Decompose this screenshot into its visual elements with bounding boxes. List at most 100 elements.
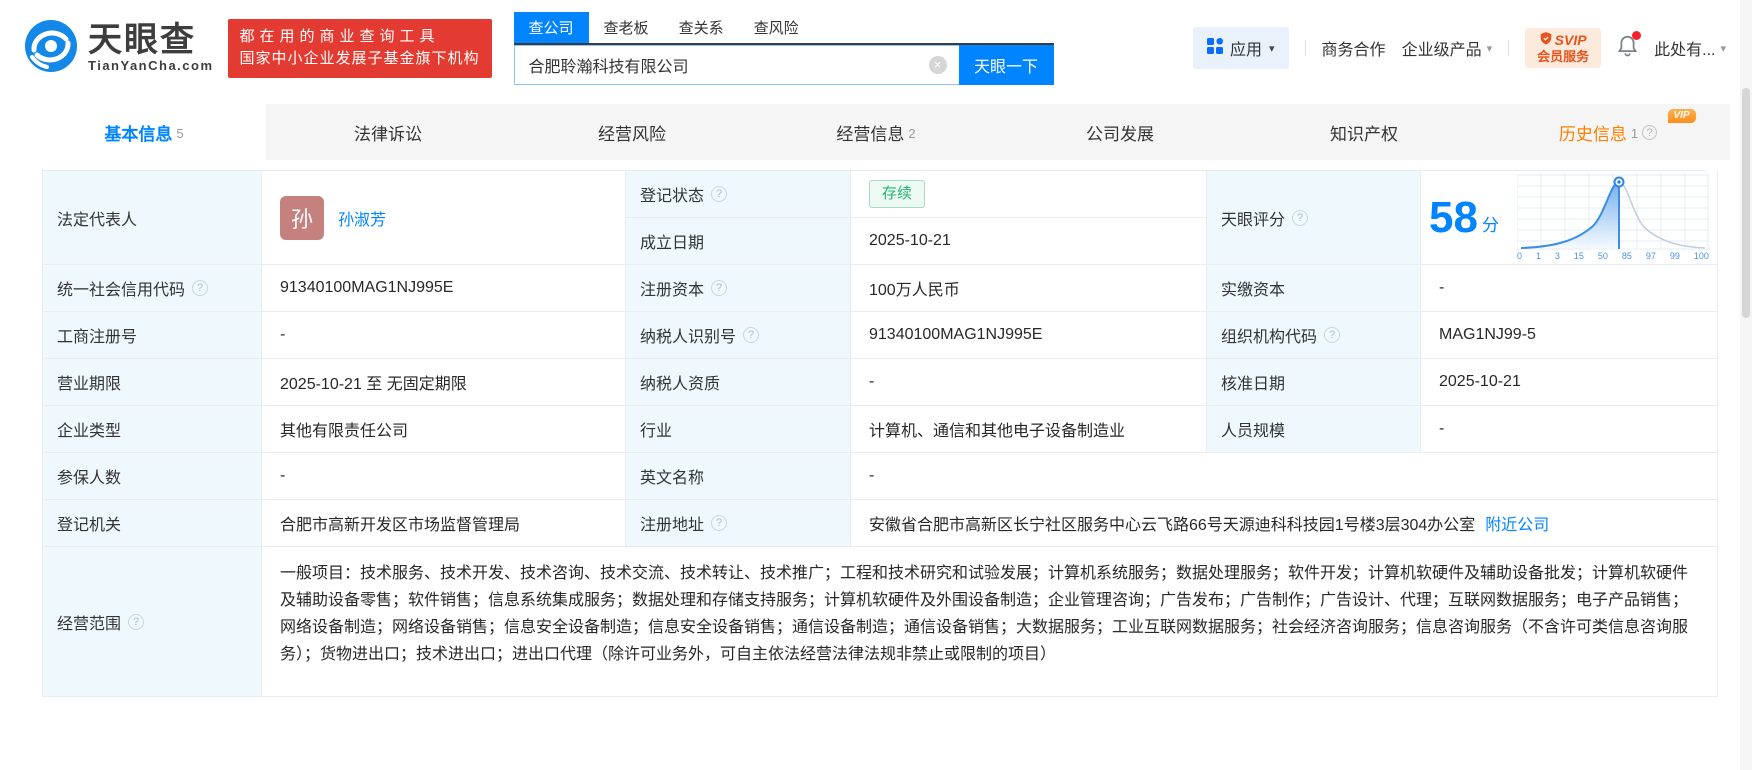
help-icon[interactable]: ?	[743, 327, 760, 343]
paid-capital-value: -	[1421, 265, 1718, 312]
taxpayer-id-value: 91340100MAG1NJ995E	[851, 312, 1207, 359]
apps-menu[interactable]: 应用 ▾	[1193, 27, 1289, 69]
search-button[interactable]: 天眼一下	[958, 44, 1054, 85]
field-value: 91340100MAG1NJ995E	[869, 326, 1043, 343]
reg-authority-label: 登记机关	[43, 500, 262, 547]
tab-operation-risk[interactable]: 经营风险	[510, 104, 754, 160]
field-label: 纳税人识别号	[640, 329, 737, 346]
divider	[1304, 40, 1306, 56]
credit-code-value: 91340100MAG1NJ995E	[262, 265, 626, 312]
enterprise-label: 企业级产品	[1401, 42, 1482, 59]
nav-enterprise-products[interactable]: 企业级产品 ▾	[1402, 36, 1493, 60]
tab-history-info[interactable]: VIP 历史信息 1 ?	[1486, 104, 1730, 160]
svip-member-button[interactable]: SVIP 会员服务	[1525, 27, 1602, 69]
basic-info-table: 法定代表人 孙 孙淑芳 登记状态 ? 存续 成立日期 2025-10-21 天眼…	[42, 170, 1718, 697]
tab-label: 经营信息	[836, 124, 905, 144]
field-label: 法定代表人	[57, 211, 138, 229]
business-scope-label: 经营范围 ?	[43, 547, 262, 697]
score-unit: 分	[1481, 215, 1499, 235]
field-label: 参保人数	[57, 470, 122, 487]
user-menu[interactable]: 此处有... ▾	[1654, 36, 1726, 60]
approval-date-value: 2025-10-21	[1421, 359, 1718, 406]
promo-banner: 都在用的商业查询工具 国家中小企业发展子基金旗下机构	[227, 18, 492, 78]
notification-dot	[1632, 31, 1642, 40]
help-icon[interactable]: ?	[711, 280, 728, 296]
paid-capital-label: 实缴资本	[1207, 265, 1421, 312]
field-label: 注册资本	[640, 282, 705, 299]
insured-count-value: -	[262, 453, 626, 500]
field-label: 登记状态	[640, 188, 705, 205]
staff-size-label: 人员规模	[1207, 406, 1421, 453]
help-icon[interactable]: ?	[711, 186, 728, 202]
taxpayer-qualification-label: 纳税人资质	[626, 359, 851, 406]
banner-line2: 国家中小企业发展子基金旗下机构	[239, 50, 480, 67]
tab-label: 经营风险	[598, 124, 666, 144]
tab-company-development[interactable]: 公司发展	[998, 104, 1242, 160]
field-value: -	[1439, 420, 1445, 437]
search-tab-boss[interactable]: 查老板	[589, 12, 664, 43]
notifications-bell[interactable]	[1617, 31, 1642, 62]
field-label: 统一社会信用代码	[57, 282, 186, 299]
search-input[interactable]	[513, 44, 959, 85]
tab-label: 法律诉讼	[354, 124, 422, 144]
help-icon[interactable]: ?	[711, 515, 728, 531]
tab-intellectual-property[interactable]: 知识产权	[1242, 104, 1486, 160]
tianyancha-logo[interactable]: 天眼查 TianYanCha.com	[24, 19, 214, 78]
reg-status-value: 存续	[851, 171, 1207, 218]
field-label: 组织机构代码	[1221, 329, 1318, 346]
chevron-down-icon: ▾	[1720, 42, 1726, 55]
help-icon[interactable]: ?	[192, 280, 209, 296]
tab-count: 2	[908, 125, 916, 141]
search-block: 查公司 查老板 查关系 查风险 × 天眼一下	[513, 11, 1054, 85]
establish-date-label: 成立日期	[626, 218, 851, 265]
help-icon[interactable]: ?	[1324, 327, 1341, 343]
search-tab-relation[interactable]: 查关系	[664, 12, 739, 43]
search-tab-company[interactable]: 查公司	[513, 11, 589, 43]
help-icon[interactable]: ?	[128, 613, 145, 630]
field-value: MAG1NJ99-5	[1439, 326, 1536, 343]
site-header: 天眼查 TianYanCha.com 都在用的商业查询工具 国家中小企业发展子基…	[0, 0, 1752, 96]
approval-date-label: 核准日期	[1207, 359, 1421, 406]
field-value: -	[869, 373, 875, 390]
industry-label: 行业	[626, 406, 851, 453]
apps-label: 应用	[1230, 42, 1263, 59]
svip-shield-icon	[1540, 31, 1552, 49]
legal-rep-label: 法定代表人	[43, 171, 262, 265]
scrollbar-thumb[interactable]	[1742, 88, 1750, 318]
reg-status-label: 登记状态 ?	[626, 171, 851, 218]
org-code-label: 组织机构代码 ?	[1207, 312, 1421, 359]
logo-title: 天眼查	[88, 20, 196, 59]
tab-business-info[interactable]: 经营信息 2	[754, 104, 998, 160]
legal-rep-avatar[interactable]: 孙	[280, 195, 324, 240]
clear-icon[interactable]: ×	[928, 55, 947, 74]
chevron-down-icon: ▾	[1486, 42, 1493, 55]
business-scope-value: 一般项目：技术服务、技术开发、技术咨询、技术交流、技术转让、技术推广；工程和技术…	[262, 547, 1718, 697]
axis-tick: 100	[1693, 251, 1709, 261]
tab-label: 历史信息	[1558, 124, 1627, 144]
legal-rep-value: 孙 孙淑芳	[262, 171, 626, 265]
field-value: -	[1439, 279, 1445, 296]
tab-basic-info[interactable]: 基本信息 5	[22, 104, 266, 160]
tab-legal-litigation[interactable]: 法律诉讼	[266, 104, 510, 160]
nav-business-cooperation[interactable]: 商务合作	[1322, 36, 1386, 60]
field-label: 核准日期	[1221, 376, 1286, 393]
svip-sublabel: 会员服务	[1537, 48, 1590, 64]
score-chart-axis: 0 1 3 15 50 85 97 99 100	[1517, 251, 1709, 261]
english-name-value: -	[851, 453, 1718, 500]
reg-number-value: -	[262, 312, 626, 359]
legal-rep-name-link[interactable]: 孙淑芳	[338, 206, 386, 230]
help-icon[interactable]: ?	[1642, 125, 1658, 140]
field-value: 合肥市高新开发区市场监督管理局	[280, 517, 521, 534]
tab-count: 1	[1630, 125, 1639, 141]
reg-number-label: 工商注册号	[43, 312, 262, 359]
taxpayer-id-label: 纳税人识别号 ?	[626, 312, 851, 359]
help-icon[interactable]: ?	[1292, 209, 1309, 226]
reg-address-value: 安徽省合肥市高新区长宁社区服务中心云飞路66号天源迪科科技园1号楼3层304办公…	[851, 500, 1718, 547]
page-scrollbar[interactable]	[1740, 0, 1752, 770]
nearby-companies-link[interactable]: 附近公司	[1485, 511, 1549, 535]
search-tab-risk[interactable]: 查风险	[739, 12, 814, 43]
axis-tick: 97	[1645, 251, 1656, 261]
tab-label: 公司发展	[1086, 124, 1154, 144]
tab-label: 基本信息	[104, 124, 173, 144]
field-value: 计算机、通信和其他电子设备制造业	[869, 423, 1126, 440]
